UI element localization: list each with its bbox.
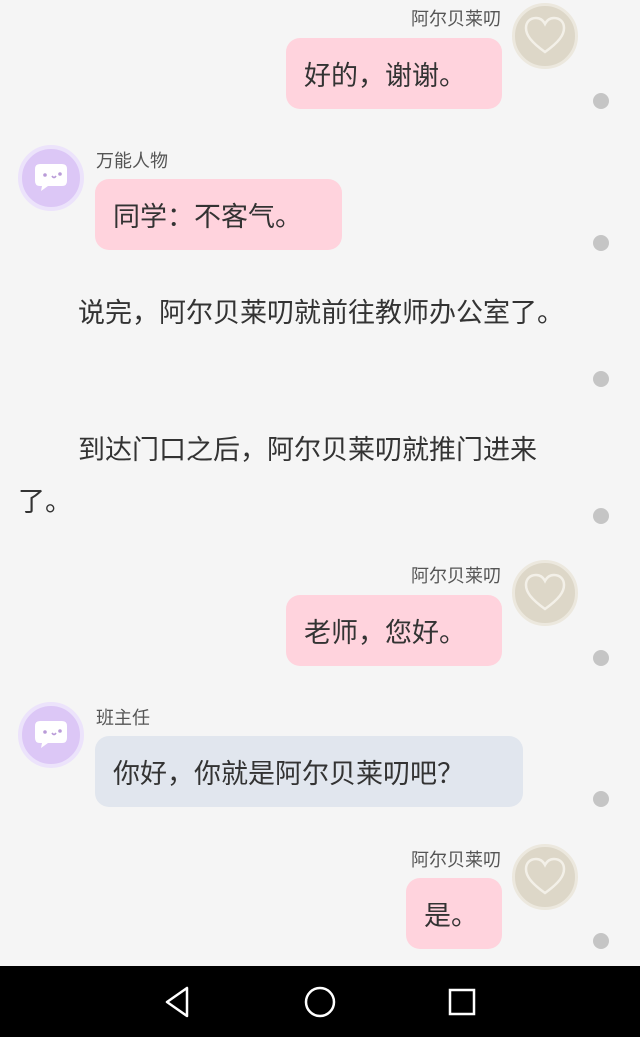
user-avatar[interactable] (512, 560, 578, 626)
status-dot (593, 508, 609, 524)
status-dot (593, 791, 609, 807)
user-avatar[interactable] (512, 3, 578, 69)
narration-text: 说完，阿尔贝莱叨就前往教师办公室了。 (78, 298, 564, 329)
chat-bubble-icon (35, 164, 67, 191)
recents-button[interactable] (442, 982, 482, 1022)
chat-area[interactable]: 阿尔贝莱叨 好的，谢谢。 万能人物 同学：不客气。 说完，阿尔贝莱叨就前往教师办… (0, 0, 640, 966)
sender-name: 阿尔贝莱叨 (411, 850, 501, 871)
message-bubble[interactable]: 好的，谢谢。 (286, 38, 502, 109)
status-dot (593, 93, 609, 109)
message-bubble[interactable]: 老师，您好。 (286, 595, 502, 666)
recents-square-icon (448, 988, 476, 1016)
message-bubble[interactable]: 你好，你就是阿尔贝莱叨吧？ (95, 736, 523, 807)
heart-icon (524, 573, 566, 611)
home-circle-icon (304, 986, 336, 1018)
sender-name: 万能人物 (96, 151, 168, 172)
narration-text: 到达门口之后，阿尔贝莱叨就推门进来了。 (18, 435, 537, 518)
message-text: 好的，谢谢。 (304, 61, 466, 92)
sender-name: 阿尔贝莱叨 (411, 566, 501, 587)
message-bubble[interactable]: 是。 (406, 878, 502, 949)
status-dot (593, 371, 609, 387)
status-dot (593, 650, 609, 666)
message-text: 是。 (424, 901, 478, 932)
back-triangle-icon (165, 986, 189, 1018)
message-text: 同学：不客气。 (113, 202, 302, 233)
bot-avatar[interactable] (18, 145, 84, 211)
heart-icon (524, 857, 566, 895)
sender-name: 阿尔贝莱叨 (411, 9, 501, 30)
system-nav-bar (0, 966, 640, 1037)
heart-icon (524, 16, 566, 54)
message-text: 老师，您好。 (304, 618, 466, 649)
user-avatar[interactable] (512, 844, 578, 910)
sender-name: 班主任 (96, 708, 150, 729)
message-bubble[interactable]: 同学：不客气。 (95, 179, 342, 250)
back-button[interactable] (158, 982, 198, 1022)
status-dot (593, 235, 609, 251)
status-dot (593, 933, 609, 949)
message-text: 你好，你就是阿尔贝莱叨吧？ (113, 759, 464, 790)
chat-bubble-icon (35, 721, 67, 748)
home-button[interactable] (300, 982, 340, 1022)
bot-avatar[interactable] (18, 702, 84, 768)
